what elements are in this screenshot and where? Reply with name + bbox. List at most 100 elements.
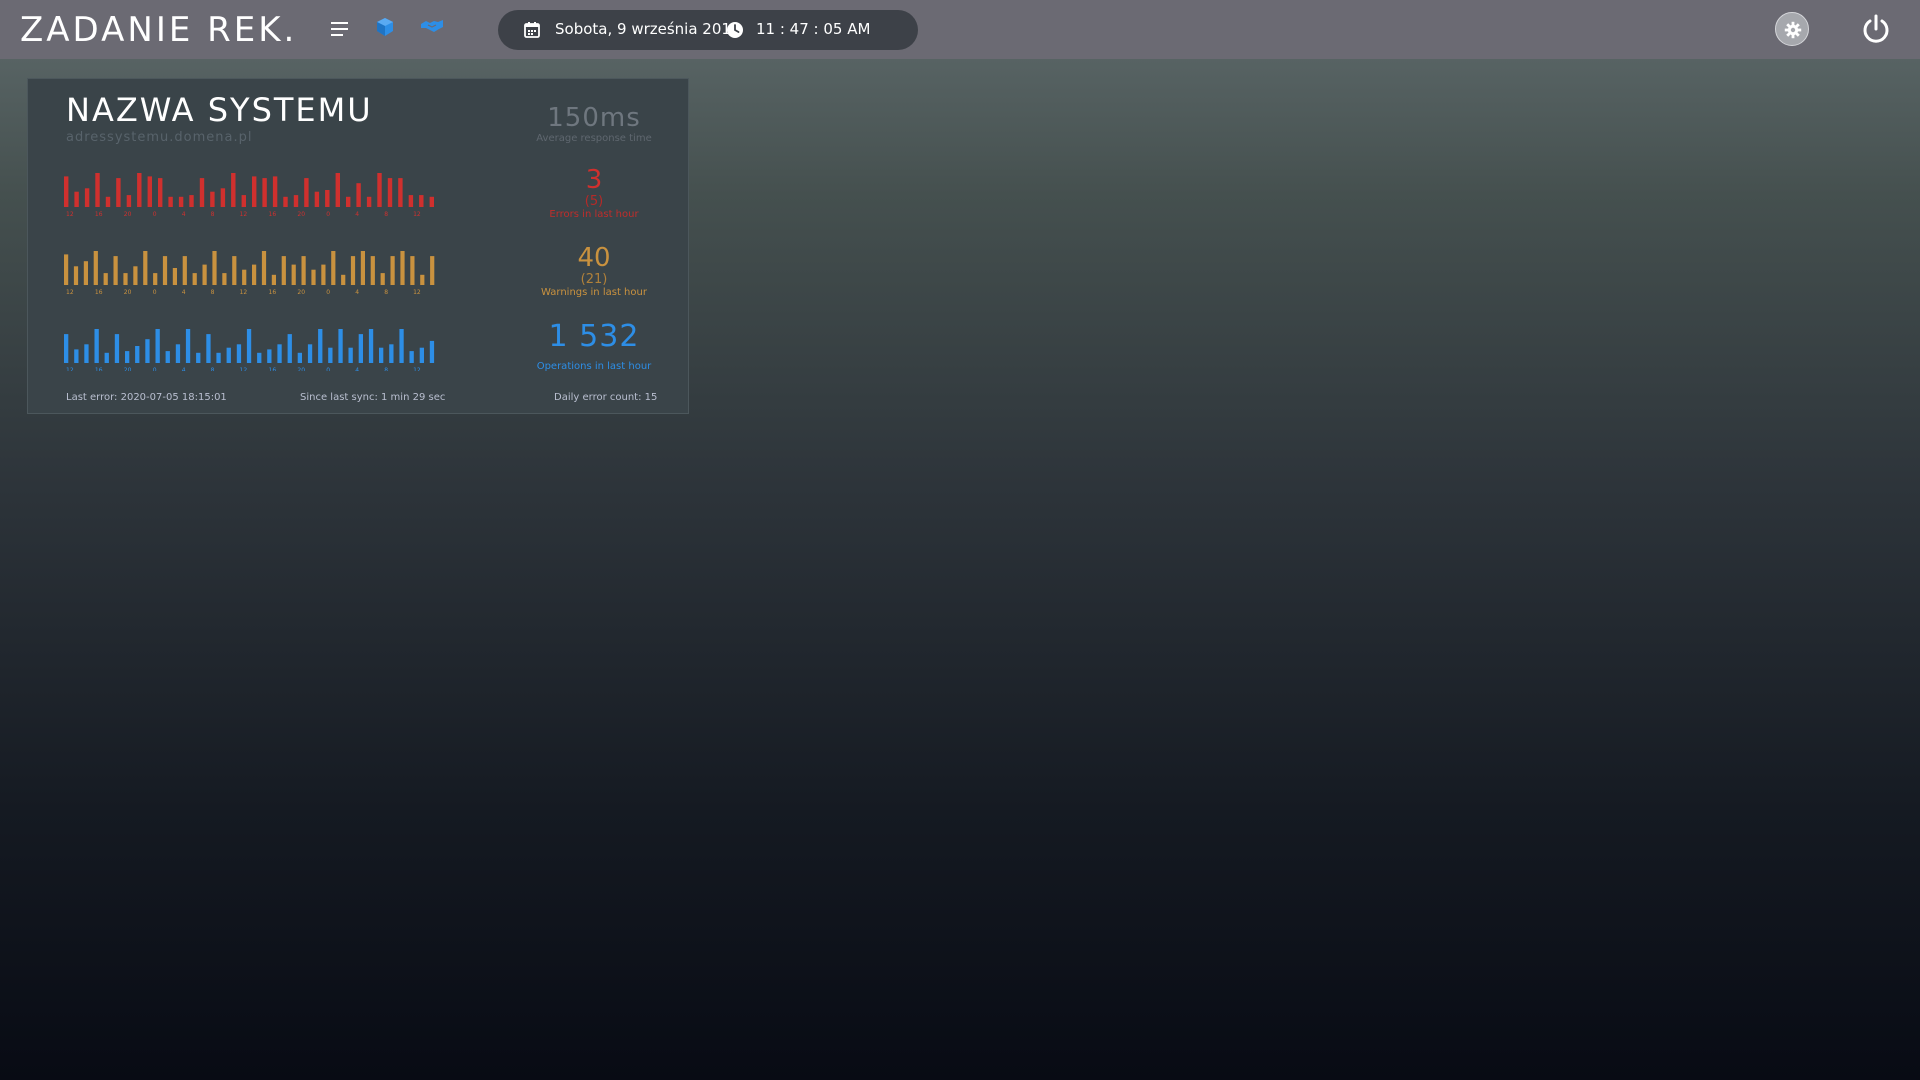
warnings-stat: 40 (21) Warnings in last hour (494, 243, 694, 299)
chart-bar (350, 256, 356, 285)
chart-bar (325, 190, 330, 207)
chart-bar (281, 256, 286, 285)
chart-bar (379, 347, 384, 363)
chart-bar (346, 196, 351, 207)
chart-bar (202, 264, 207, 285)
chart-bar (335, 173, 340, 207)
chart-bar (165, 351, 170, 363)
warnings-label: Warnings in last hour (541, 287, 647, 298)
chart-tick-label: 0 (326, 289, 330, 296)
chart-bar (420, 274, 425, 285)
chart-bar (410, 256, 415, 285)
chart-bar (236, 344, 242, 363)
chart-bar (400, 251, 405, 285)
chart-bar (408, 195, 414, 207)
chart-bar (356, 183, 361, 207)
operations-label: Operations in last hour (536, 361, 652, 372)
chart-bar (220, 188, 226, 207)
chart-tick-label: 20 (297, 211, 305, 218)
chart-tick-label: 20 (297, 367, 305, 371)
top-bar: ZADANIE REK. Sobota, 9 września 2019 11 … (0, 0, 1920, 59)
warnings-value: 40 (577, 243, 611, 273)
chart-bar (267, 349, 272, 363)
chart-bar (232, 256, 237, 285)
chart-tick-label: 4 (182, 211, 186, 218)
operations-value: 1 532 (548, 319, 640, 354)
chart-tick-label: 0 (326, 367, 330, 371)
system-card[interactable]: NAZWA SYSTEMU adressystemu.domena.pl 12 1… (27, 78, 689, 414)
gear-icon (1784, 21, 1802, 39)
chart-bar (93, 251, 98, 285)
chart-bar (145, 339, 150, 363)
chart-bar (116, 178, 121, 207)
chart-bar (189, 195, 194, 207)
last-error-text: Last error: 2020-07-05 18:15:01 (66, 392, 227, 403)
chart-bar (95, 173, 100, 207)
chart-bar (246, 329, 252, 363)
handshake-icon[interactable] (420, 16, 443, 38)
chart-bar (399, 329, 404, 363)
chart-bar (103, 273, 108, 285)
chart-bar (370, 256, 375, 285)
cube-icon[interactable] (374, 16, 396, 38)
chart-bar (252, 176, 257, 207)
chart-bar (301, 256, 306, 285)
chart-bar (175, 344, 181, 363)
chart-bar (358, 334, 363, 363)
chart-bar (206, 334, 211, 363)
chart-bar (231, 173, 236, 207)
chart-tick-label: 0 (153, 289, 157, 296)
chart-bar (74, 191, 79, 207)
settings-button[interactable] (1775, 12, 1809, 46)
menu-icon[interactable] (329, 18, 351, 40)
chart-bar (360, 251, 365, 285)
chart-bar (210, 191, 215, 207)
chart-bar (135, 346, 140, 363)
date-text: Sobota, 9 września 2019 (555, 20, 741, 38)
chart-bar (387, 178, 393, 207)
response-value: 150ms (547, 103, 641, 133)
chart-bar (380, 273, 385, 285)
chart-tick-label: 16 (95, 289, 103, 296)
chart-tick-label: 4 (182, 367, 186, 371)
chart-bar (257, 352, 262, 363)
chart-tick-label: 12 (66, 289, 74, 296)
chart-tick-label: 16 (269, 211, 277, 218)
daily-error-count-text: Daily error count: 15 (554, 392, 658, 403)
chart-bar (84, 344, 89, 363)
chart-tick-label: 0 (153, 211, 157, 218)
chart-bar (64, 334, 69, 363)
chart-bar (155, 329, 160, 363)
chart-bar (261, 251, 267, 285)
time-text: 11 : 47 : 05 AM (756, 20, 871, 38)
chart-tick-label: 20 (124, 367, 132, 371)
chart-bar (271, 274, 276, 285)
chart-bar (162, 256, 168, 285)
chart-bar (74, 349, 79, 363)
chart-bar (196, 352, 201, 363)
system-url: adressystemu.domena.pl (66, 130, 253, 145)
chart-tick-label: 12 (240, 211, 248, 218)
chart-tick-label: 8 (384, 211, 388, 218)
since-sync-text: Since last sync: 1 min 29 sec (300, 392, 446, 403)
chart-bar (64, 176, 69, 207)
chart-bar (123, 273, 128, 285)
power-button[interactable] (1860, 13, 1892, 49)
chart-bar (297, 352, 302, 363)
chart-tick-label: 12 (240, 367, 248, 371)
warnings-sub: (21) (580, 272, 608, 287)
chart-bar (94, 329, 99, 363)
chart-bar (348, 347, 353, 363)
chart-bar (185, 329, 191, 363)
chart-tick-label: 12 (413, 367, 421, 371)
chart-bar (158, 178, 163, 207)
chart-bar (338, 329, 343, 363)
chart-bar (307, 344, 313, 363)
chart-bar (419, 347, 424, 363)
chart-bar (242, 269, 247, 285)
chart-bar (318, 329, 323, 363)
errors-sub: (5) (584, 194, 604, 209)
chart-bar (64, 254, 69, 285)
chart-bar (73, 266, 79, 285)
chart-tick-label: 16 (95, 211, 103, 218)
